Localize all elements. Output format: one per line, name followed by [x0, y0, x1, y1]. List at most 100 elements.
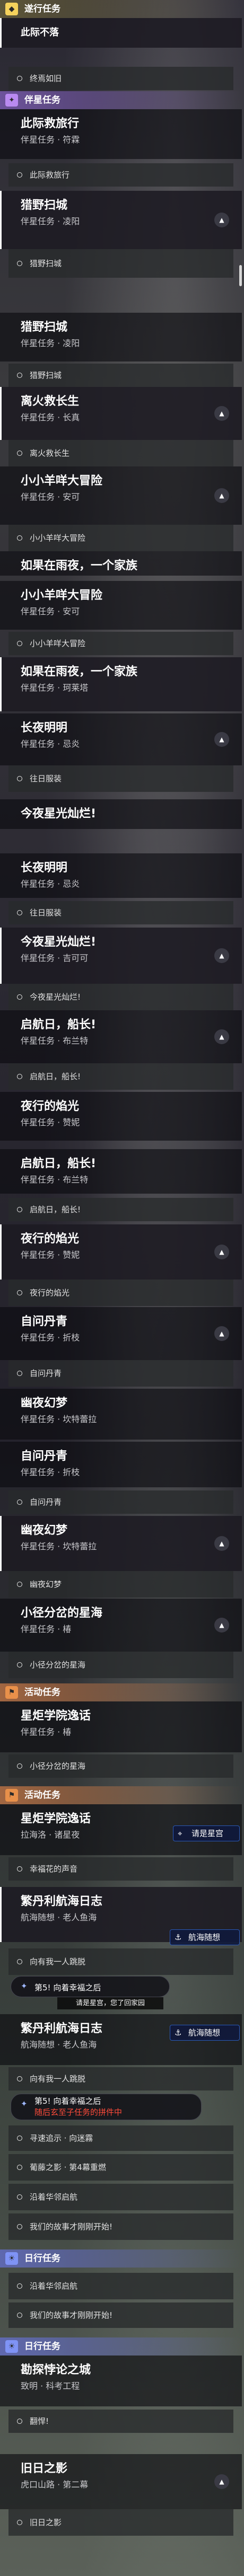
chevron-up-icon[interactable]: ▲: [214, 1326, 229, 1341]
location-badge[interactable]: ⚓ 航海随想: [170, 1929, 240, 1945]
objective-item[interactable]: 我们的故事才刚刚开始!: [8, 2213, 233, 2240]
objective-item[interactable]: 启航日，船长!: [8, 1063, 233, 1090]
chevron-up-icon[interactable]: ▲: [214, 1245, 229, 1259]
quest-item[interactable]: 夜行的焰光 伴星任务 · 赞妮 ▲: [0, 1224, 242, 1280]
section-header-activity: ⚑ 活动任务: [0, 1683, 242, 1701]
quest-subtitle: 伴星任务 · 珂莱塔: [21, 683, 89, 693]
objective-text: 翻悍!: [30, 2416, 49, 2426]
location-badge[interactable]: ⚓ 航海随想: [170, 2025, 240, 2041]
objective-item[interactable]: 小径分岔的星海: [8, 1652, 233, 1678]
quest-item[interactable]: 幽夜幻梦 伴星任务 · 坎特蕾拉 ▲: [0, 1516, 242, 1571]
objective-item[interactable]: 今夜星光灿烂!: [8, 984, 233, 1010]
objective-item[interactable]: 夜行的焰光: [8, 1280, 233, 1306]
objective-item[interactable]: 往日服装: [8, 901, 233, 924]
objective-item[interactable]: 寻速追示 · 向迷霧: [8, 2125, 233, 2151]
objective-item[interactable]: 离火救长生: [8, 440, 233, 466]
location-badge[interactable]: ⌖ 请是星宫: [173, 1825, 240, 1841]
objective-item[interactable]: 小小羊咩大冒险: [8, 525, 233, 551]
quest-item[interactable]: 启航日，船长! 伴星任务 · 布兰特: [0, 1149, 242, 1194]
objective-dot-icon: [17, 172, 22, 178]
tooltip: 请是星宫，您了回家园: [57, 1997, 163, 2009]
objective-text: 葡藤之影 · 第4幕重燃: [30, 2163, 106, 2172]
chevron-up-icon[interactable]: ▲: [214, 732, 229, 747]
quest-title: 此际救旅行: [21, 117, 80, 130]
objective-dot-icon: [17, 2076, 22, 2081]
quest-title: 如果在雨夜，一个家族: [21, 665, 138, 678]
quest-subtitle: 伴星任务 · 赞妮: [21, 1117, 80, 1127]
quest-subtitle: 航海随想 · 老人鱼海: [21, 2040, 97, 2050]
objective-item[interactable]: 沿着华邻启航: [8, 2184, 233, 2210]
quest-item[interactable]: 幽夜幻梦 伴星任务 · 坎特蕾拉: [0, 1389, 242, 1440]
quest-title: 繁丹利航海日志: [21, 1895, 103, 1908]
objective-item[interactable]: 自问丹青: [8, 1360, 233, 1387]
quest-item[interactable]: 小径分岔的星海 伴星任务 · 椿 ▲: [0, 1599, 242, 1652]
objective-item[interactable]: 启航日，船长!: [8, 1198, 233, 1221]
quest-item[interactable]: 勘探悖论之城 致明 · 科考工程: [0, 2356, 242, 2406]
quest-item[interactable]: 长夜明明 伴星任务 · 忌炎 ▲: [0, 713, 242, 765]
quest-item[interactable]: 猎野扫城 伴星任务 · 凌阳: [0, 313, 242, 361]
objective-item[interactable]: 小径分岔的星海: [8, 1754, 233, 1778]
notification-pill[interactable]: ✦ 第5! 向着幸福之后: [11, 1976, 170, 1997]
quest-subtitle: 伴星任务 · 安可: [21, 606, 80, 616]
objective-item[interactable]: 向有我一人跳脱: [8, 1948, 233, 1975]
objective-item[interactable]: 沿着华邻启航: [8, 2273, 233, 2299]
quest-item[interactable]: 如果在雨夜，一个家族 伴星任务 · 珂莱塔: [0, 657, 242, 711]
quest-item[interactable]: 旧日之影 虎口山路 · 第二幕 ▲: [0, 2454, 242, 2509]
chevron-up-icon[interactable]: ▲: [214, 948, 229, 963]
objective-item[interactable]: 往日服装: [8, 765, 233, 792]
quest-item[interactable]: 今夜星光灿烂! 伴星任务 · 吉可可 ▲: [0, 928, 242, 984]
quest-item[interactable]: 自问丹青 伴星任务 · 折枝 ▲: [0, 1307, 242, 1360]
objective-item[interactable]: 此际救旅行: [8, 163, 233, 187]
objective-text: 自问丹青: [30, 1369, 62, 1378]
chevron-up-icon[interactable]: ▲: [214, 1536, 229, 1551]
quest-item[interactable]: 长夜明明 伴星任务 · 忌炎: [0, 853, 242, 898]
objective-item[interactable]: 我们的故事才刚刚开始!: [8, 2302, 233, 2328]
objective-item[interactable]: 猎野扫城: [8, 249, 233, 278]
chevron-up-icon[interactable]: ▲: [214, 1029, 229, 1044]
objective-text: 启航日，船长!: [30, 1072, 81, 1081]
objective-item[interactable]: 向有我一人跳脱: [8, 2067, 233, 2090]
quest-selected[interactable]: 此际不落: [0, 18, 242, 48]
quest-subtitle: 伴星任务 · 布兰特: [21, 1175, 89, 1185]
quest-item[interactable]: 小小羊咩大冒险 伴星任务 · 安可: [0, 581, 242, 630]
quest-item[interactable]: 猎野扫城 伴星任务 · 凌阳 ▲: [0, 191, 242, 249]
quest-item[interactable]: 启航日，船长! 伴星任务 · 布兰特 ▲: [0, 1010, 242, 1063]
quest-item[interactable]: 离火救长生 伴星任务 · 长真 ▲: [0, 387, 242, 440]
chevron-up-icon[interactable]: ▲: [214, 406, 229, 421]
objective-dot-icon: [17, 1959, 22, 1964]
objective-item[interactable]: 翻悍!: [8, 2410, 233, 2433]
objective-item[interactable]: 自问丹青: [8, 1490, 233, 1514]
objective-text: 小径分岔的星海: [30, 1660, 86, 1670]
chevron-up-icon[interactable]: ▲: [214, 488, 229, 503]
quest-item[interactable]: 自问丹青 伴星任务 · 折枝: [0, 1442, 242, 1487]
objective-text: 自问丹青: [30, 1497, 62, 1507]
quest-item[interactable]: 小小羊咩大冒险 伴星任务 · 安可 ▲: [0, 466, 242, 525]
quest-subtitle: 伴星任务 · 坎特蕾拉: [21, 1414, 97, 1424]
objective-text: 猎野扫城: [30, 370, 62, 380]
objective-item[interactable]: 小小羊咩大冒险: [8, 632, 233, 655]
quest-item[interactable]: 星炬学院逸话 伴星任务 · 椿: [0, 1701, 242, 1752]
objective-item[interactable]: 终焉如旧: [8, 67, 233, 90]
quest-subtitle: 伴星任务 · 椿: [21, 1624, 72, 1634]
objective-text: 我们的故事才刚刚开始!: [30, 2222, 113, 2231]
objective-dot-icon: [17, 1207, 22, 1212]
objective-item[interactable]: 猎野扫城: [8, 364, 233, 387]
quest-item[interactable]: 如果在雨夜，一个家族: [0, 551, 242, 576]
scrollbar[interactable]: [239, 265, 242, 286]
chevron-up-icon[interactable]: ▲: [214, 2474, 229, 2489]
chevron-up-icon[interactable]: ▲: [214, 1618, 229, 1633]
objective-item[interactable]: 旧日之影: [8, 2509, 233, 2536]
quest-item[interactable]: 夜行的焰光 伴星任务 · 赞妮: [0, 1092, 242, 1141]
quest-title: 星炬学院逸话: [21, 1812, 91, 1825]
quest-item[interactable]: 今夜星光灿烂!: [0, 799, 242, 829]
objective-dot-icon: [17, 2194, 22, 2200]
objective-item[interactable]: 幽夜幻梦: [8, 1571, 233, 1598]
quest-item[interactable]: 此际救旅行 伴星任务 · 符霖: [0, 109, 242, 159]
objective-item[interactable]: 葡藤之影 · 第4幕重燃: [8, 2154, 233, 2181]
notification-pill[interactable]: ✦ 第5! 向着幸福之后 随后玄至子任务的拼件中: [11, 2094, 202, 2120]
quest-title: 小小羊咩大冒险: [21, 589, 103, 602]
quest-subtitle: 伴星任务 · 忌炎: [21, 879, 80, 889]
objective-item[interactable]: 幸福花的声音: [8, 1857, 233, 1881]
objective-text: 向有我一人跳脱: [30, 2074, 86, 2084]
chevron-up-icon[interactable]: ▲: [214, 213, 229, 227]
